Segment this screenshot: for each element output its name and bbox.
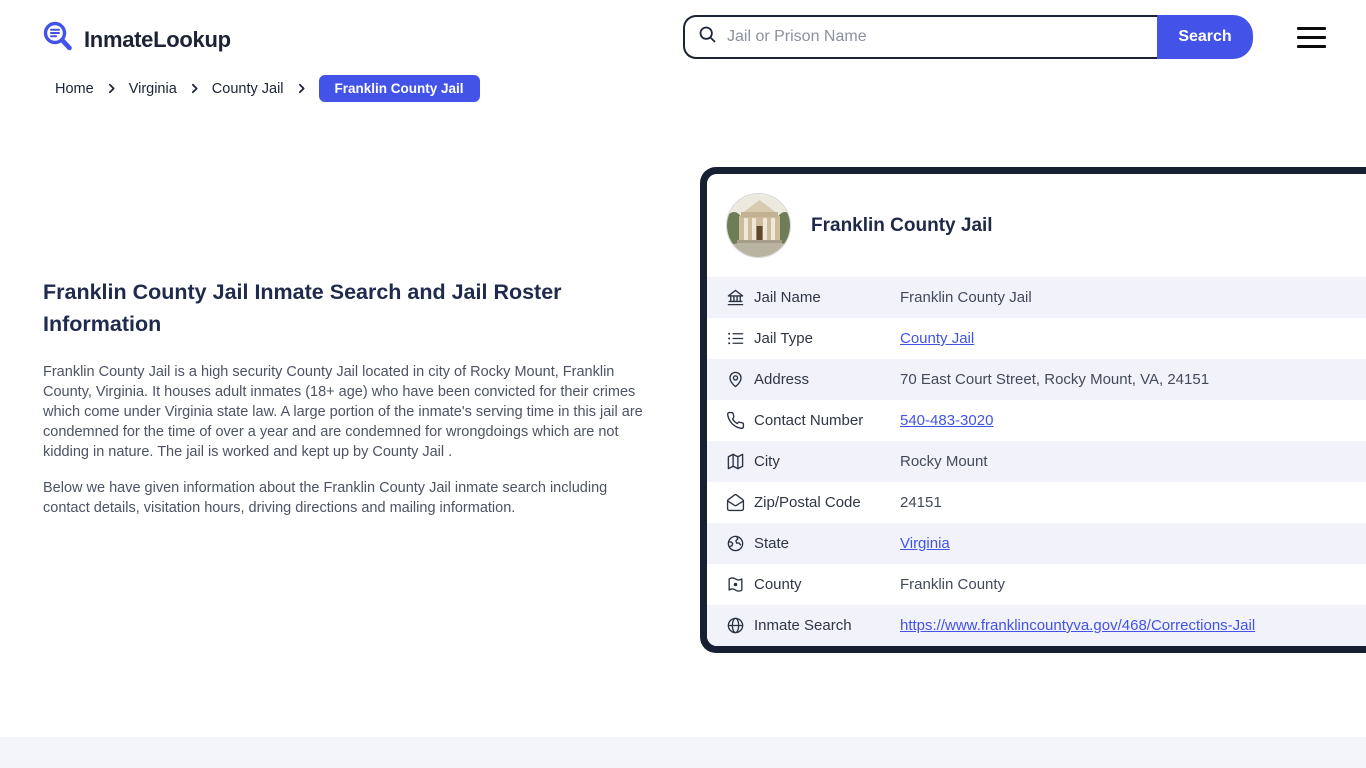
row-label: City [754,453,780,470]
table-row: Contact Number 540-483-3020 [707,400,1366,441]
county-map-icon [726,575,745,594]
chevron-right-icon [295,82,308,95]
chevron-right-icon [188,82,201,95]
row-value: https://www.franklincountyva.gov/468/Cor… [900,617,1255,634]
search-button[interactable]: Search [1157,15,1253,59]
map-pin-icon [726,370,745,389]
row-value: County Jail [900,330,974,347]
jail-card-header: Franklin County Jail [707,174,1366,277]
globe-americas-icon [726,534,745,553]
hamburger-menu-icon[interactable] [1297,27,1326,48]
row-value: Franklin County [900,576,1006,593]
row-label: State [754,535,790,552]
row-value-link[interactable]: County Jail [900,330,974,347]
intro-paragraph: Franklin County Jail is a high security … [43,364,643,460]
landmark-icon [726,288,745,307]
brand-name: InmateLookup [84,26,231,52]
row-value-link[interactable]: 540-483-3020 [900,412,993,429]
jail-photo [726,193,791,258]
breadcrumb: Home Virginia County Jail Franklin Count… [55,75,480,102]
jail-info-table: Jail Name Franklin County Jail Jail Type… [707,277,1366,646]
row-value: Rocky Mount [900,453,988,470]
search-icon [697,24,718,50]
jail-search-bar: Search [683,15,1253,59]
chevron-right-icon [105,82,118,95]
table-row: City Rocky Mount [707,441,1366,482]
table-row: Jail Type County Jail [707,318,1366,359]
row-label: Zip/Postal Code [754,494,861,511]
table-row: County Franklin County [707,564,1366,605]
row-value: Virginia [900,535,950,552]
article: Franklin County Jail Inmate Search and J… [43,276,643,534]
search-input[interactable] [727,28,1145,46]
row-label: Address [754,371,810,388]
breadcrumb-home[interactable]: Home [55,81,94,97]
list-icon [726,329,745,348]
map-icon [726,452,745,471]
jail-info-card: Franklin County Jail Jail Name Franklin … [700,167,1366,653]
breadcrumb-current-badge[interactable]: Franklin County Jail [318,75,480,102]
breadcrumb-county-jail[interactable]: County Jail [212,81,284,97]
page-title: Franklin County Jail Inmate Search and J… [43,280,562,336]
row-value: 540-483-3020 [900,412,993,429]
row-label: Jail Name [754,289,821,306]
globe-icon [726,616,745,635]
row-value-link[interactable]: Virginia [900,535,950,552]
row-label: Inmate Search [754,617,852,634]
row-label: County [754,576,802,593]
row-value-link[interactable]: https://www.franklincountyva.gov/468/Cor… [900,617,1255,634]
table-row: Zip/Postal Code 24151 [707,482,1366,523]
table-row: Inmate Search https://www.franklincounty… [707,605,1366,646]
jail-card-title: Franklin County Jail [811,214,993,236]
phone-icon [726,411,745,430]
breadcrumb-virginia[interactable]: Virginia [129,81,177,97]
footer-strip [0,737,1366,768]
table-row: State Virginia [707,523,1366,564]
secondary-paragraph: Below we have given information about th… [43,480,608,516]
row-value: Franklin County Jail [900,289,1032,306]
row-value: 70 East Court Street, Rocky Mount, VA, 2… [900,371,1210,388]
row-label: Contact Number [754,412,864,429]
brand-logo[interactable]: InmateLookup [40,19,231,60]
row-label: Jail Type [754,330,813,347]
envelope-open-icon [726,493,745,512]
row-value: 24151 [900,494,942,511]
table-row: Address 70 East Court Street, Rocky Moun… [707,359,1366,400]
inmatelookup-magnifier-icon [40,19,76,60]
search-input-wrap [683,15,1157,59]
table-row: Jail Name Franklin County Jail [707,277,1366,318]
